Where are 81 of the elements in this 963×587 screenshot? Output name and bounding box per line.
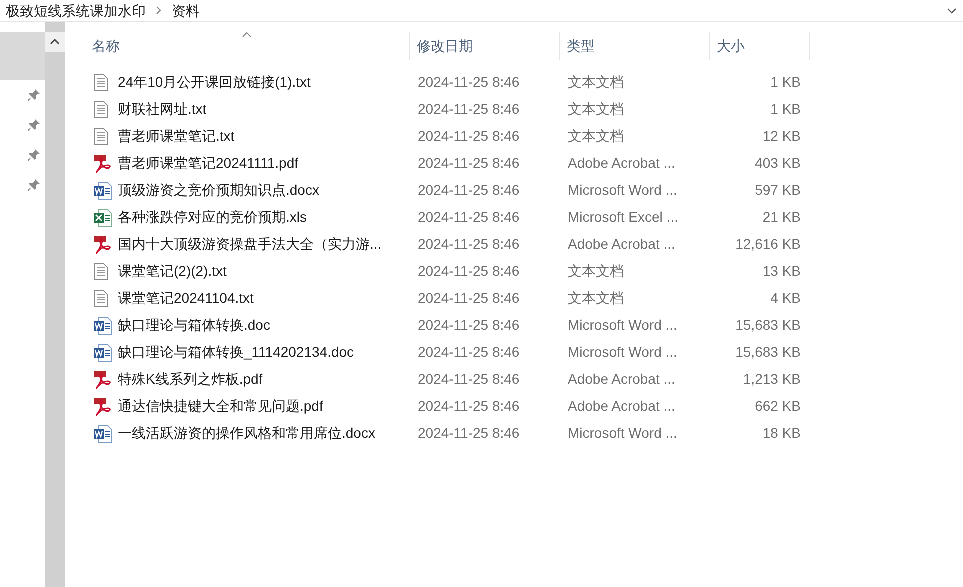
modified-date: 2024-11-25 8:46 [417, 397, 521, 416]
modified-date: 2024-11-25 8:46 [417, 424, 521, 443]
file-name[interactable]: 曹老师课堂笔记20241111.pdf [118, 153, 299, 174]
modified-date: 2024-11-25 8:46 [417, 343, 521, 362]
file-size: 1 KB [770, 100, 801, 119]
file-size: 4 KB [770, 289, 801, 308]
word-file-icon [94, 182, 112, 200]
file-type: Microsoft Word ... [567, 316, 678, 335]
file-type: Adobe Acrobat ... [567, 154, 676, 173]
modified-date: 2024-11-25 8:46 [417, 235, 521, 254]
pdf-file-icon [94, 154, 112, 172]
chevron-down-icon[interactable] [947, 8, 957, 14]
file-type: Microsoft Word ... [567, 424, 678, 443]
scrollbar[interactable] [45, 22, 65, 587]
sort-caret-icon [242, 32, 252, 38]
file-name[interactable]: 财联社网址.txt [118, 99, 207, 120]
file-name[interactable]: 课堂笔记(2)(2).txt [118, 261, 227, 282]
file-type: Microsoft Excel ... [567, 208, 680, 227]
file-type: Microsoft Word ... [567, 343, 678, 362]
file-name[interactable]: 缺口理论与箱体转换_1114202134.doc [118, 342, 354, 363]
modified-date: 2024-11-25 8:46 [417, 181, 521, 200]
file-name[interactable]: 曹老师课堂笔记.txt [118, 126, 235, 147]
breadcrumb-item[interactable]: 资料 [172, 4, 200, 18]
file-size: 21 KB [762, 208, 801, 227]
file-size: 403 KB [754, 154, 801, 173]
file-size: 15,683 KB [734, 316, 801, 335]
pdf-file-icon [94, 236, 112, 254]
text-file-icon [94, 263, 108, 280]
column-header[interactable]: 修改日期 [410, 32, 560, 60]
file-size: 12,616 KB [734, 235, 801, 254]
file-size: 1 KB [770, 73, 801, 92]
file-type: Adobe Acrobat ... [567, 397, 676, 416]
file-type: Adobe Acrobat ... [567, 370, 676, 389]
chevron-right-icon [156, 6, 162, 15]
modified-date: 2024-11-25 8:46 [417, 370, 521, 389]
file-size: 1,213 KB [742, 370, 801, 389]
file-size: 597 KB [754, 181, 801, 200]
text-file-icon [94, 290, 108, 307]
file-name[interactable]: 缺口理论与箱体转换.doc [118, 315, 270, 336]
pdf-file-icon [94, 370, 112, 388]
file-size: 13 KB [762, 262, 801, 281]
file-size: 18 KB [762, 424, 801, 443]
modified-date: 2024-11-25 8:46 [417, 208, 521, 227]
modified-date: 2024-11-25 8:46 [417, 100, 521, 119]
file-name[interactable]: 一线活跃游资的操作风格和常用席位.docx [118, 423, 376, 444]
pdf-file-icon [94, 398, 112, 416]
modified-date: 2024-11-25 8:46 [417, 154, 521, 173]
column-header[interactable]: 大小 [710, 32, 810, 60]
file-type: Adobe Acrobat ... [567, 235, 676, 254]
file-size: 15,683 KB [734, 343, 801, 362]
file-name[interactable]: 国内十大顶级游资操盘手法大全（实力游... [118, 234, 382, 255]
word-file-icon [94, 344, 112, 362]
breadcrumb-item[interactable]: 极致短线系统课加水印 [6, 4, 146, 18]
file-type: 文本文档 [567, 127, 625, 146]
modified-date: 2024-11-25 8:46 [417, 262, 521, 281]
file-name[interactable]: 特殊K线系列之炸板.pdf [118, 369, 263, 390]
word-file-icon [94, 316, 112, 334]
modified-date: 2024-11-25 8:46 [417, 73, 521, 92]
file-type: Microsoft Word ... [567, 181, 678, 200]
file-type: 文本文档 [567, 262, 625, 281]
file-type: 文本文档 [567, 73, 625, 92]
scroll-up-icon[interactable] [50, 39, 60, 45]
text-file-icon [94, 128, 108, 145]
modified-date: 2024-11-25 8:46 [417, 289, 521, 308]
text-file-icon [94, 101, 108, 118]
modified-date: 2024-11-25 8:46 [417, 316, 521, 335]
file-type: 文本文档 [567, 289, 625, 308]
excel-file-icon [94, 208, 112, 226]
file-size: 12 KB [762, 127, 801, 146]
file-name[interactable]: 各种涨跌停对应的竞价预期.xls [118, 207, 307, 228]
file-name[interactable]: 课堂笔记20241104.txt [118, 288, 254, 309]
column-header[interactable]: 名称 [85, 32, 410, 60]
file-type: 文本文档 [567, 100, 625, 119]
modified-date: 2024-11-25 8:46 [417, 127, 521, 146]
column-header[interactable]: 类型 [560, 32, 710, 60]
file-size: 662 KB [754, 397, 801, 416]
file-name[interactable]: 通达信快捷键大全和常见问题.pdf [118, 396, 324, 417]
text-file-icon [94, 74, 108, 91]
file-name[interactable]: 顶级游资之竞价预期知识点.docx [118, 180, 320, 201]
word-file-icon [94, 424, 112, 442]
file-name[interactable]: 24年10月公开课回放链接(1).txt [118, 72, 311, 93]
